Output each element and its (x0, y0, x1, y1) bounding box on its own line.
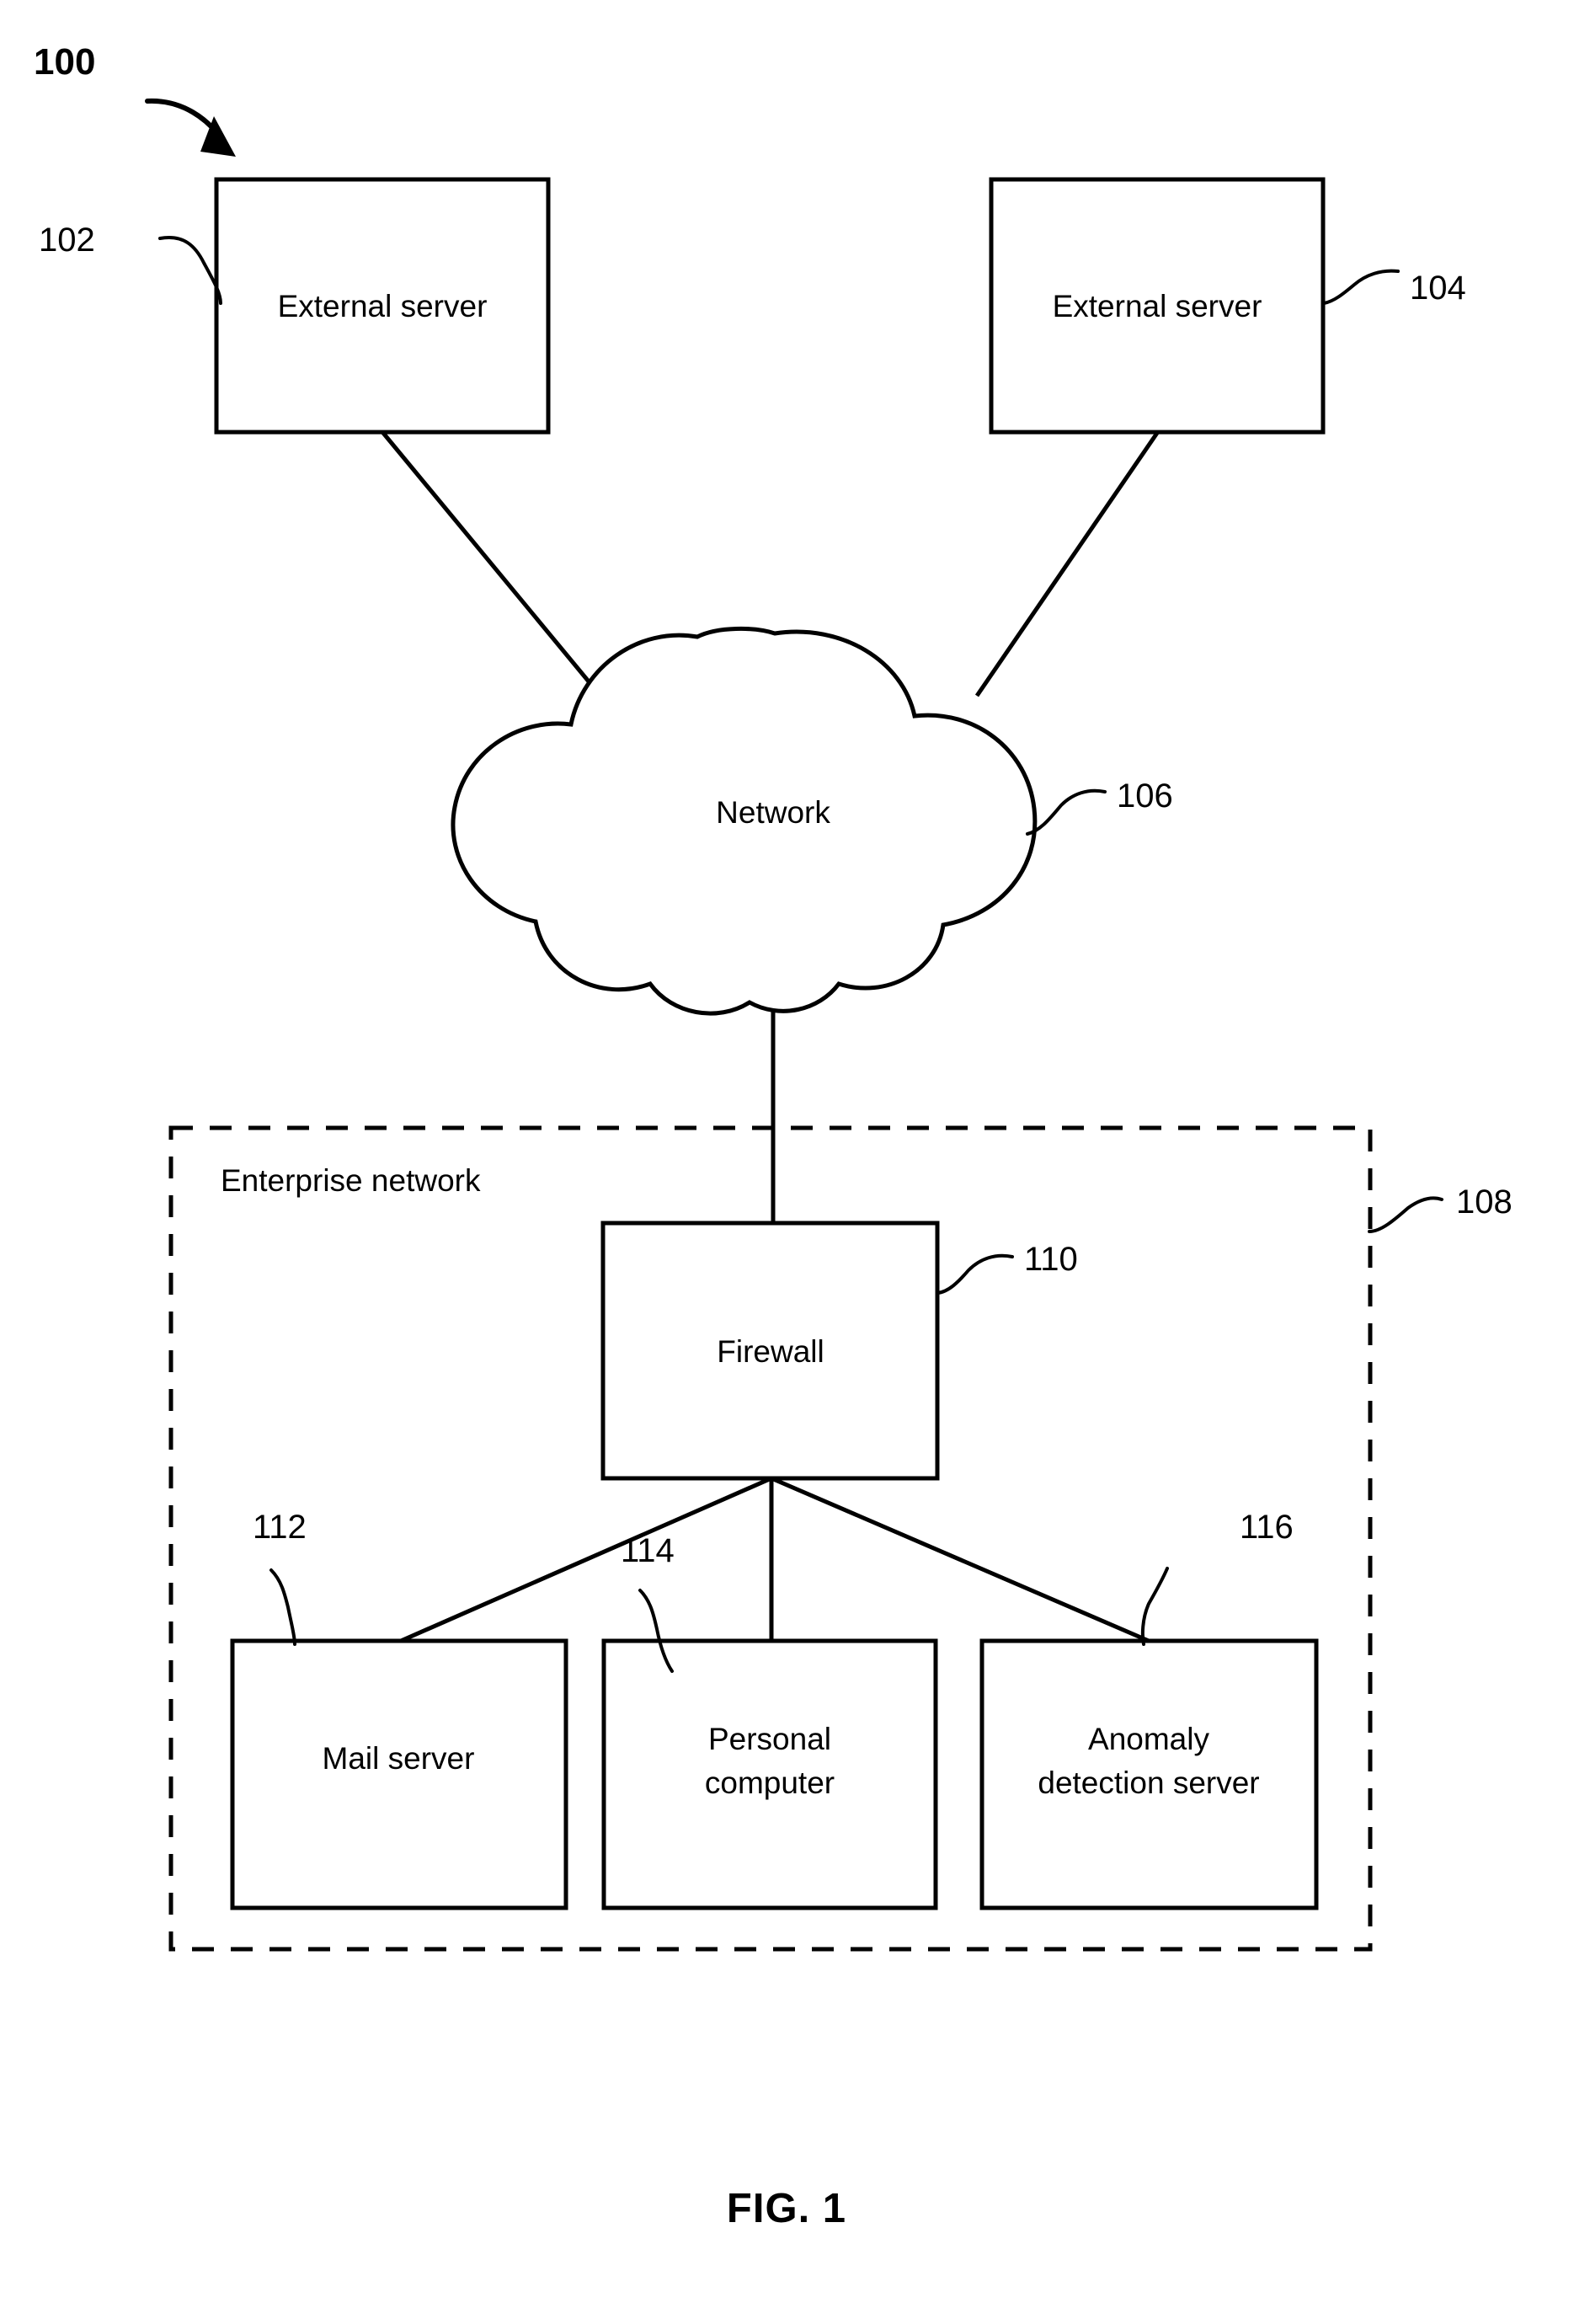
leader-114 (638, 1589, 674, 1673)
ref-number-104: 104 (1410, 270, 1466, 307)
ref-number-112: 112 (253, 1509, 307, 1546)
system-ref-number: 100 (34, 41, 95, 83)
leader-104 (1322, 269, 1400, 305)
connection-lines (381, 431, 1160, 1643)
enterprise-network-label: Enterprise network (221, 1163, 481, 1198)
personal-computer-label-line1: Personal (708, 1722, 831, 1756)
link-external-left-to-network (381, 431, 602, 697)
ref-number-106: 106 (1117, 777, 1173, 815)
link-external-right-to-network (974, 431, 1160, 697)
external-server-left-label: External server (278, 289, 488, 323)
system-ref-leader (145, 98, 236, 157)
ref-number-108: 108 (1456, 1183, 1513, 1221)
leader-116 (1140, 1567, 1169, 1646)
ref-number-110: 110 (1024, 1241, 1078, 1278)
firewall-label: Firewall (717, 1334, 824, 1369)
ref-number-102: 102 (39, 222, 95, 259)
leader-102 (158, 236, 222, 305)
ref-number-116: 116 (1240, 1509, 1294, 1546)
diagram-canvas: 100 102 External server 104 External ser… (34, 41, 1513, 2231)
link-firewall-to-mail-server (399, 1476, 773, 1643)
external-server-right-label: External server (1053, 289, 1262, 323)
patent-figure-1: 100 102 External server 104 External ser… (0, 0, 1574, 2324)
anomaly-detection-server-label-line1: Anomaly (1088, 1722, 1209, 1756)
figure-caption: FIG. 1 (727, 2186, 846, 2231)
link-firewall-to-anomaly-server (771, 1476, 1150, 1643)
mail-server-label: Mail server (323, 1741, 475, 1776)
anomaly-detection-server-label-line2: detection server (1038, 1766, 1259, 1800)
leader-110 (936, 1253, 1014, 1295)
network-cloud-label: Network (716, 795, 830, 830)
leader-112 (269, 1568, 296, 1646)
personal-computer-label-line2: computer (705, 1766, 835, 1800)
leader-106 (1026, 788, 1107, 836)
ref-number-114: 114 (621, 1532, 675, 1569)
leader-108 (1368, 1196, 1443, 1233)
